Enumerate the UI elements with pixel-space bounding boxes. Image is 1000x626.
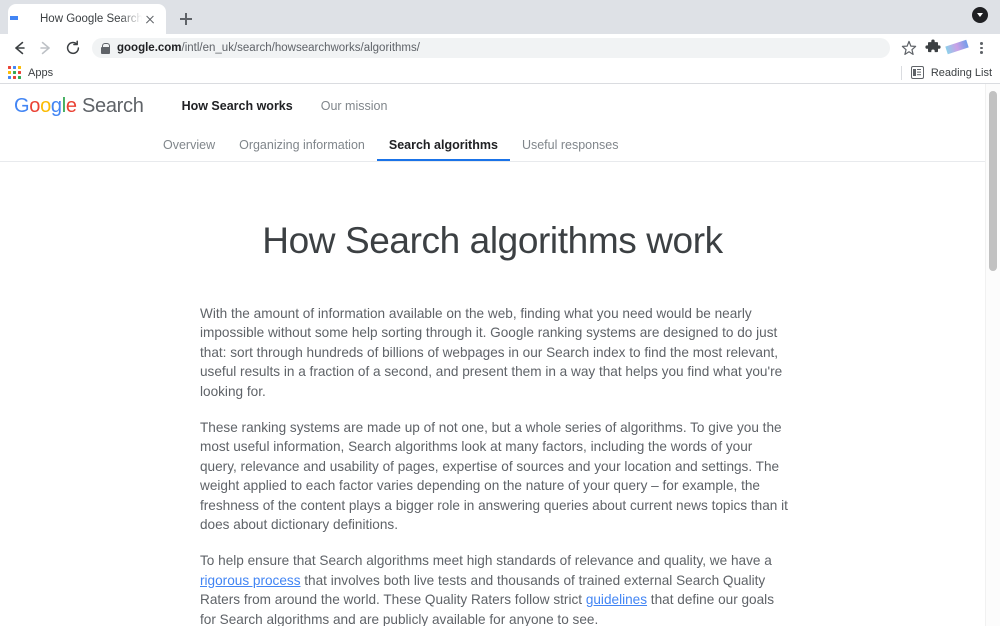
tab-title: How Google Search works | Se (40, 13, 142, 25)
paragraph-1: With the amount of information available… (200, 306, 783, 399)
paragraph-2: These ranking systems are made up of not… (200, 420, 788, 533)
link-guidelines[interactable]: guidelines (586, 592, 647, 607)
paragraph-3-part-1: To help ensure that Search algorithms me… (200, 553, 772, 569)
sub-navigation: Overview Organizing information Search a… (0, 128, 985, 162)
link-rigorous-process[interactable]: rigorous process (200, 573, 301, 588)
header-nav: How Search works Our mission (182, 99, 388, 113)
browser-toolbar: google.com/intl/en_uk/search/howsearchwo… (0, 34, 1000, 62)
url-text: google.com/intl/en_uk/search/howsearchwo… (117, 42, 420, 54)
logo-letter-o1: o (29, 94, 41, 117)
bookmark-apps[interactable]: Apps (8, 66, 53, 79)
forward-arrow-icon[interactable] (35, 37, 57, 59)
url-host: google.com (117, 42, 182, 54)
nav-how-search-works[interactable]: How Search works (182, 99, 293, 113)
reading-list-icon (910, 66, 924, 79)
tab-organizing-information[interactable]: Organizing information (227, 128, 377, 161)
bookmark-apps-label: Apps (28, 66, 54, 79)
tab-useful-responses[interactable]: Useful responses (510, 128, 631, 161)
star-icon[interactable] (898, 37, 920, 59)
logo-letter-o2: o (40, 94, 51, 117)
bookmarks-bar: Apps Reading List (0, 62, 1000, 84)
close-tab-icon[interactable] (142, 11, 158, 27)
scrollbar-thumb[interactable] (989, 91, 997, 271)
tab-overview[interactable]: Overview (151, 128, 227, 161)
avatar-icon[interactable] (946, 37, 968, 59)
url-path: /intl/en_uk/search/howsearchworks/algori… (181, 42, 420, 54)
lock-icon (100, 42, 110, 54)
google-g-icon (16, 11, 32, 27)
tab-strip: How Google Search works | Se (0, 0, 1000, 34)
page-viewport: Google Search How Search works Our missi… (0, 84, 1000, 626)
page-content: How Search algorithms work With the amou… (0, 220, 985, 626)
web-page: Google Search How Search works Our missi… (0, 84, 985, 626)
reading-list-button[interactable]: Reading List (910, 66, 992, 79)
bookmarks-separator (900, 65, 902, 80)
dropdown-caret-icon[interactable] (972, 7, 988, 23)
paragraph-3: To help ensure that Search algorithms me… (200, 551, 788, 626)
logo-suffix: Search (76, 94, 144, 117)
address-bar[interactable]: google.com/intl/en_uk/search/howsearchwo… (92, 38, 890, 58)
three-dot-menu-icon[interactable] (970, 37, 992, 59)
browser-window: How Google Search works | Se google.com/… (0, 0, 1000, 626)
logo-letter-g2: g (50, 94, 62, 117)
page-scrollbar[interactable] (985, 84, 1000, 626)
reload-icon[interactable] (62, 37, 84, 59)
reading-list-label: Reading List (930, 66, 992, 79)
browser-tab[interactable]: How Google Search works | Se (8, 4, 166, 34)
article-body: With the amount of information available… (200, 304, 788, 626)
google-search-logo[interactable]: Google Search (14, 95, 144, 118)
back-arrow-icon[interactable] (8, 37, 30, 59)
tab-search-algorithms[interactable]: Search algorithms (376, 128, 511, 161)
logo-letter-e: e (65, 94, 77, 117)
nav-our-mission[interactable]: Our mission (321, 99, 388, 113)
page-title: How Search algorithms work (262, 220, 723, 261)
new-tab-button[interactable] (172, 5, 200, 33)
apps-grid-icon (8, 66, 21, 79)
logo-letter-g1: G (14, 94, 30, 117)
puzzle-piece-icon[interactable] (922, 37, 944, 59)
site-header: Google Search How Search works Our missi… (0, 84, 985, 128)
